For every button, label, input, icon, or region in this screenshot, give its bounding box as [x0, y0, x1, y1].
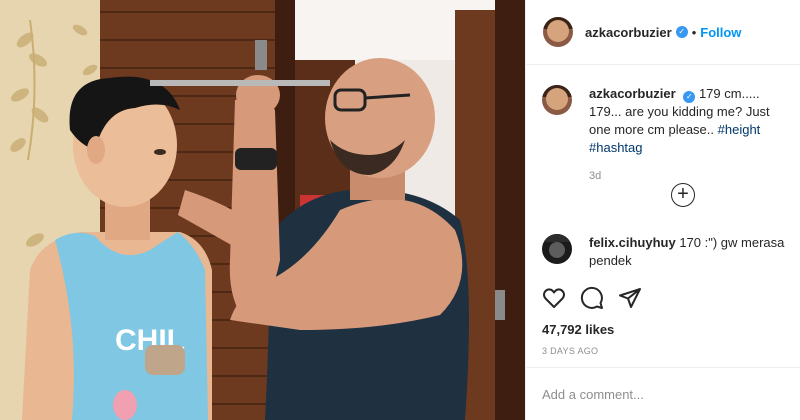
- post-header: azkacorbuzier ✓ • Follow: [526, 0, 800, 65]
- hashtag-link[interactable]: #height: [718, 122, 761, 137]
- comment-input[interactable]: [542, 387, 782, 402]
- post-date[interactable]: 3 DAYS AGO: [542, 346, 598, 356]
- add-comment-bar: [526, 367, 800, 420]
- likes-count[interactable]: 47,792 likes: [542, 322, 614, 337]
- header-separator: •: [691, 24, 697, 40]
- comments-section: azkacorbuzier ✓ 179 cm..... 179... are y…: [526, 65, 800, 287]
- post-photo[interactable]: CHIL: [0, 0, 525, 420]
- heart-icon[interactable]: [542, 286, 566, 310]
- follow-button[interactable]: Follow: [700, 25, 741, 40]
- comment-text: felix.cihuyhuy 170 :") gw merasa pendek: [589, 234, 799, 270]
- comment-username[interactable]: felix.cihuyhuy: [589, 235, 676, 250]
- caption-username[interactable]: azkacorbuzier: [589, 86, 676, 101]
- plus-circle-icon[interactable]: +: [671, 183, 695, 207]
- comment-bubble-icon[interactable]: [580, 286, 604, 310]
- photo-illustration: CHIL: [0, 0, 525, 420]
- caption: azkacorbuzier ✓ 179 cm..... 179... are y…: [542, 85, 784, 185]
- instagram-post: CHIL azkacorbuzier ✓ • Follow azkacorbuz…: [0, 0, 800, 420]
- verified-badge-icon: ✓: [675, 26, 688, 38]
- post-side-panel: azkacorbuzier ✓ • Follow azkacorbuzier ✓…: [525, 0, 800, 420]
- commenter-avatar[interactable]: [542, 234, 572, 264]
- author-avatar[interactable]: [543, 17, 573, 47]
- paper-plane-icon[interactable]: [618, 286, 642, 310]
- caption-avatar[interactable]: [542, 85, 572, 115]
- author-username[interactable]: azkacorbuzier: [585, 25, 672, 40]
- comment-item: felix.cihuyhuy 170 :") gw merasa pendek: [542, 234, 799, 270]
- caption-text: azkacorbuzier ✓ 179 cm..... 179... are y…: [589, 85, 784, 185]
- caption-verified-badge-icon: ✓: [683, 91, 696, 103]
- hashtag-link[interactable]: #hashtag: [589, 140, 643, 155]
- action-bar: [542, 286, 642, 310]
